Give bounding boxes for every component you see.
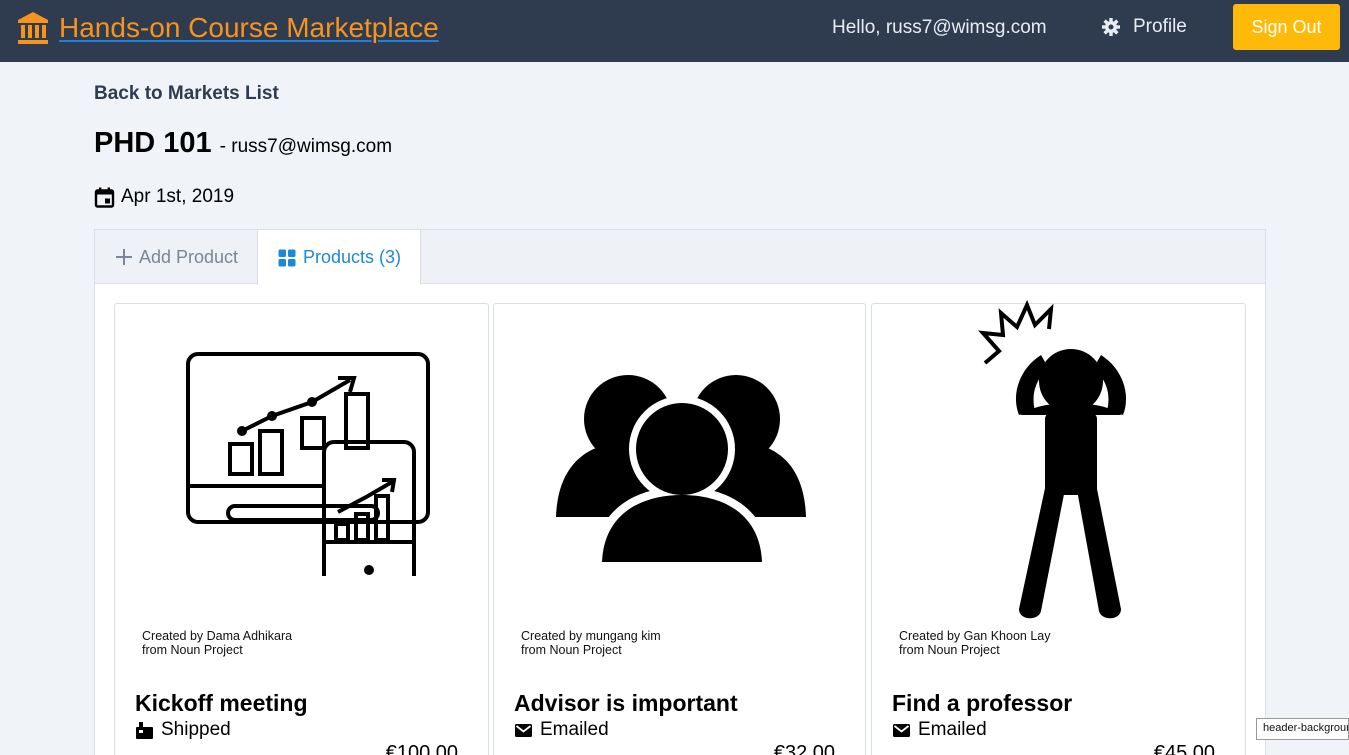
gear-icon [1102,18,1120,36]
mail-icon [893,723,910,737]
image-credit: Created by Gan Khoon Lay from Noun Proje… [899,629,1051,657]
credit-source: from Noun Project [899,643,1000,657]
products-panel: Add Product Products (3) Created by Dama… [94,229,1266,755]
tooltip: header-background [1256,718,1349,740]
calendar-icon [94,187,115,208]
top-navbar: Hands-on Course Marketplace Hello, russ7… [0,0,1349,62]
product-title: Advisor is important [514,690,738,716]
product-price: €32.00 [773,742,835,755]
shipping-method: Emailed [892,719,987,741]
greeting-text: Hello, russ7@wimsg.com [832,17,1047,38]
credit-source: from Noun Project [521,643,622,657]
credit-author: Created by Gan Khoon Lay [899,629,1051,643]
product-image [494,304,867,604]
profile-label: Profile [1133,16,1187,37]
tab-products[interactable]: Products (3) [257,230,421,285]
product-card[interactable]: Created by Gan Khoon Lay from Noun Proje… [871,299,1246,755]
brand[interactable]: Hands-on Course Marketplace [17,11,439,45]
package-icon [136,721,153,739]
plus-icon [116,249,132,265]
sign-out-button[interactable]: Sign Out [1233,4,1340,50]
bank-icon [18,12,48,44]
market-date: Apr 1st, 2019 [94,186,234,208]
app-title-link[interactable]: Hands-on Course Marketplace [59,12,439,44]
profile-link[interactable]: Profile [1101,16,1187,38]
market-title: PHD 101 - russ7@wimsg.com [94,127,392,160]
tab-products-label: Products (3) [303,247,402,267]
credit-source: from Noun Project [142,643,243,657]
stressed-person-icon [977,299,1126,619]
shipping-label: Emailed [540,719,609,740]
tab-add-product[interactable]: Add Product [95,230,257,284]
market-name: PHD 101 [94,127,212,159]
product-image [872,299,1245,619]
tab-bar: Add Product Products (3) [95,230,1265,285]
credit-author: Created by mungang kim [521,629,661,643]
product-title: Find a professor [892,690,1073,716]
product-price: €100.00 [385,742,458,755]
monitor-phone-chart-icon [185,352,430,576]
shipping-method: Shipped [135,719,231,741]
image-credit: Created by Dama Adhikara from Noun Proje… [142,629,292,657]
shipping-label: Shipped [161,719,231,740]
tab-add-product-label: Add Product [139,246,239,267]
mail-icon [515,723,532,737]
product-title: Kickoff meeting [135,690,308,716]
product-image [115,304,488,604]
grid-icon [278,249,296,266]
product-card[interactable]: Created by Dama Adhikara from Noun Proje… [114,303,489,755]
product-price: €45.00 [1153,742,1215,755]
market-date-text: Apr 1st, 2019 [121,186,235,207]
shipping-label: Emailed [918,719,987,740]
image-credit: Created by mungang kim from Noun Project [521,629,661,657]
market-owner: - russ7@wimsg.com [219,136,393,157]
back-to-markets-link[interactable]: Back to Markets List [94,83,279,105]
people-group-icon [555,375,806,569]
credit-author: Created by Dama Adhikara [142,629,293,643]
shipping-method: Emailed [514,719,609,741]
product-card[interactable]: Created by mungang kim from Noun Project… [493,303,866,755]
